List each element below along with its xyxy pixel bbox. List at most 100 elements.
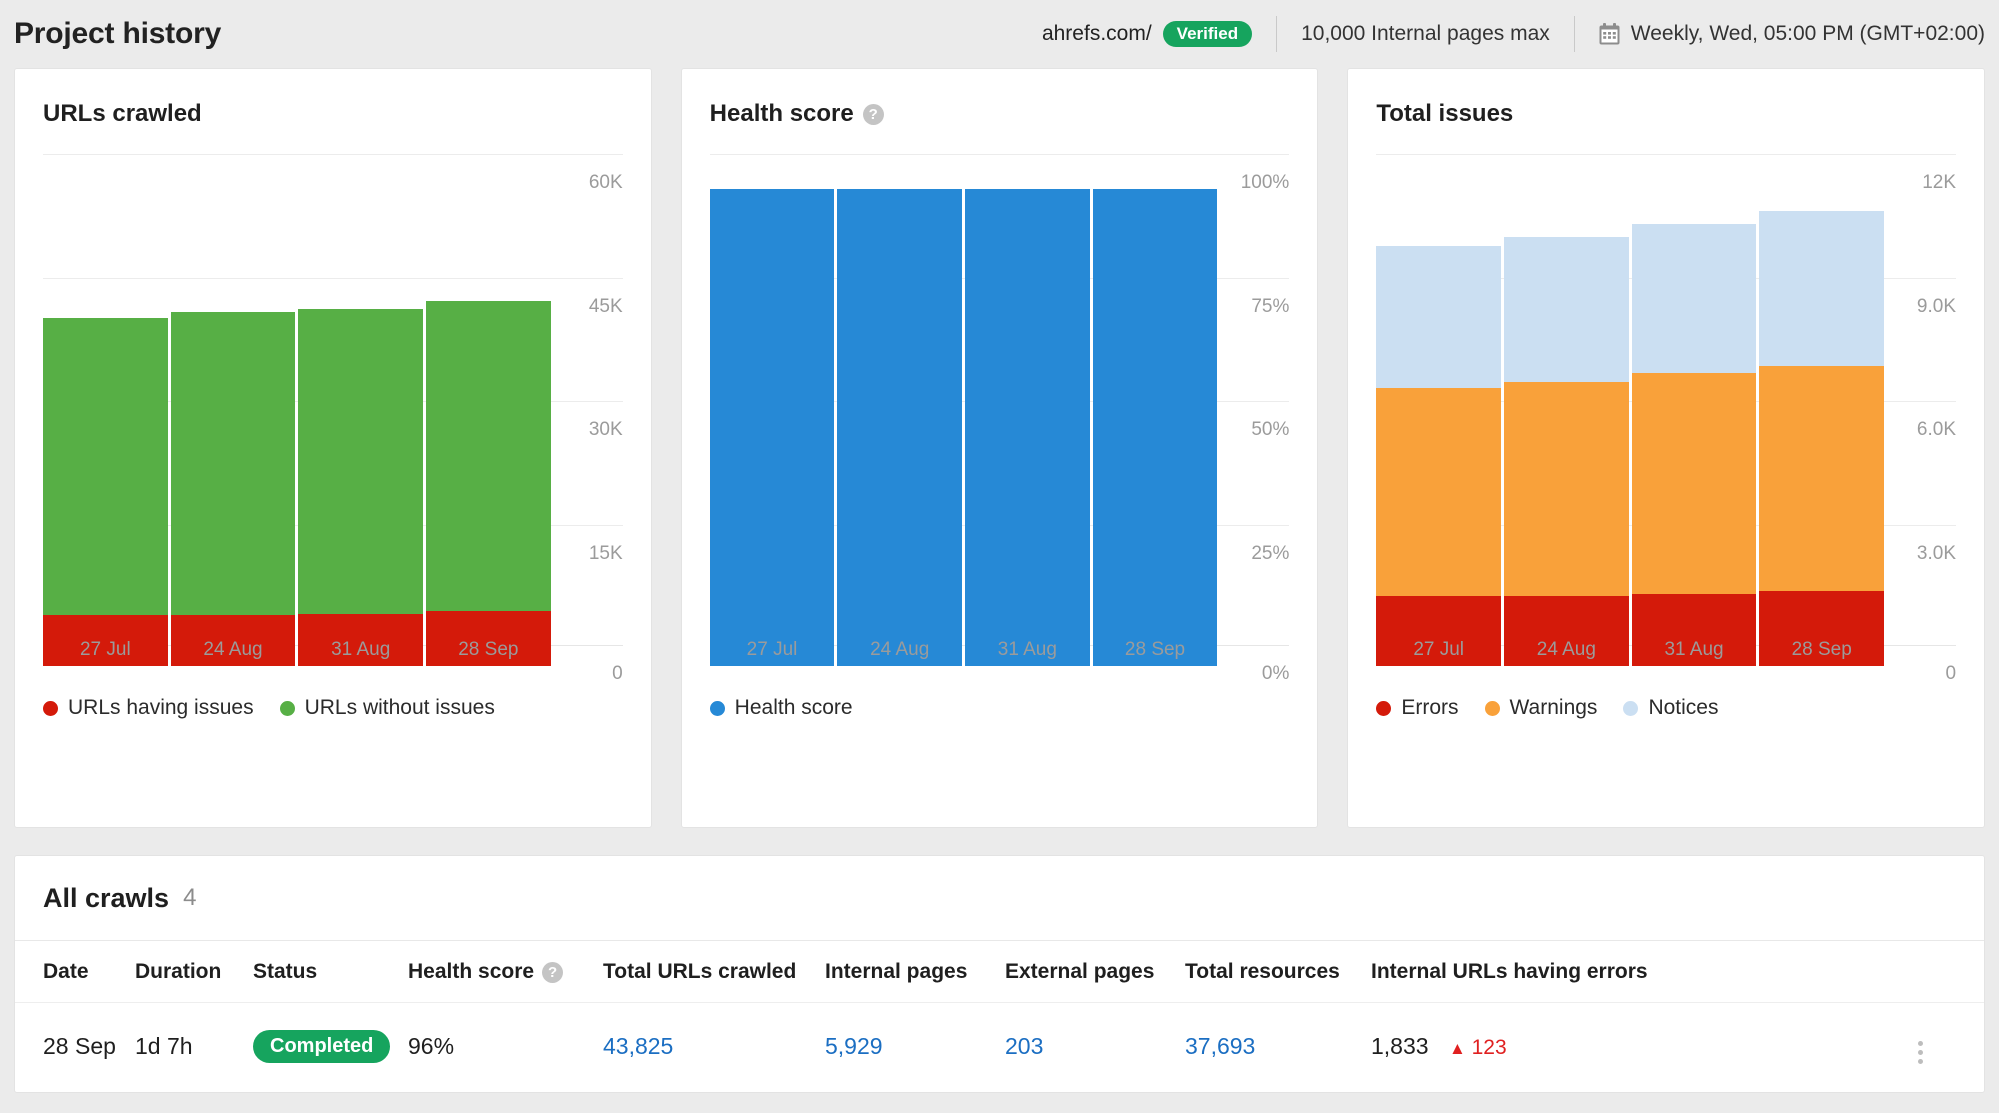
column-label: Health score (408, 960, 535, 983)
bar-column[interactable] (1504, 154, 1629, 666)
bar-column[interactable] (1759, 154, 1885, 666)
link-total-resources[interactable]: 37,693 (1185, 1033, 1255, 1059)
cell-total-urls-crawled: 43,825 (603, 1002, 825, 1092)
chart-legend: Health score (709, 696, 853, 720)
errors-delta: ▲ 123 (1449, 1036, 1507, 1059)
column-label: Total URLs crawled (603, 960, 797, 983)
project-domain[interactable]: ahrefs.com/ (1042, 22, 1152, 46)
legend-item[interactable]: Errors (1376, 696, 1459, 720)
y-axis-tick: 15K (588, 543, 623, 564)
bar-segment-warnings[interactable] (1504, 382, 1629, 596)
legend-label: URLs having issues (68, 696, 254, 719)
legend-item[interactable]: URLs having issues (43, 696, 254, 720)
legend-dot-icon (709, 700, 725, 716)
calendar-icon (1599, 23, 1620, 45)
x-axis-tick: 31 Aug (997, 639, 1057, 660)
header-divider-1 (1276, 16, 1278, 52)
table-row[interactable]: 28 Sep 1d 7h Completed 96% 43,825 5,929 … (15, 1002, 1984, 1092)
bar-group (43, 154, 551, 666)
help-icon[interactable]: ? (862, 103, 884, 125)
bar-group (1376, 154, 1885, 666)
column-label: Status (253, 960, 318, 983)
column-header-internal-pages[interactable]: Internal pages (825, 940, 1005, 1003)
bar-segment-notices[interactable] (1376, 246, 1502, 388)
bar-segment-health[interactable] (709, 189, 835, 666)
y-axis-tick: 3.0K (1916, 543, 1957, 564)
charts-row: URLs crawled 60K 45K 30K 15K 0 27 Jul 24… (0, 68, 1999, 828)
legend-item[interactable]: Health score (709, 696, 853, 720)
link-internal-pages[interactable]: 5,929 (825, 1033, 883, 1059)
bar-column[interactable] (298, 154, 424, 666)
bar-column[interactable] (1376, 154, 1502, 666)
chart-health-score: 100% 75% 50% 25% 0% (709, 154, 1290, 684)
column-header-date[interactable]: Date (15, 940, 135, 1003)
column-header-internal-urls-having-errors[interactable]: Internal URLs having errors (1371, 940, 1914, 1003)
column-header-health-score[interactable]: Health score ? (408, 940, 603, 1003)
bar-column[interactable] (1092, 154, 1218, 666)
bar-segment-notices[interactable] (1759, 211, 1885, 366)
y-axis-tick: 0 (612, 663, 623, 684)
bar-segment-health[interactable] (1092, 189, 1218, 666)
bar-column[interactable] (43, 154, 168, 666)
all-crawls-title: All crawls (43, 882, 170, 913)
bar-segment-clean[interactable] (298, 309, 424, 614)
page-title: Project history (14, 17, 222, 50)
legend-item[interactable]: Notices (1623, 696, 1718, 720)
bar-segment-warnings[interactable] (1759, 366, 1885, 591)
kebab-menu-icon[interactable] (1914, 1037, 1927, 1068)
bar-segment-notices[interactable] (1504, 237, 1629, 382)
column-header-total-urls-crawled[interactable]: Total URLs crawled (603, 940, 825, 1003)
help-icon[interactable]: ? (542, 961, 564, 983)
link-external-pages[interactable]: 203 (1005, 1033, 1043, 1059)
cell-internal-pages: 5,929 (825, 1002, 1005, 1092)
legend-label: Health score (734, 696, 853, 719)
y-axis-tick: 12K (1922, 172, 1957, 193)
bar-column[interactable] (965, 154, 1090, 666)
bar-segment-clean[interactable] (170, 312, 296, 615)
column-header-duration[interactable]: Duration (135, 940, 253, 1003)
column-label: Date (43, 960, 89, 983)
legend-item[interactable]: URLs without issues (279, 696, 495, 720)
bar-segment-clean[interactable] (426, 301, 551, 611)
x-axis-tick: 28 Sep (458, 639, 519, 660)
crawls-table-body: 28 Sep 1d 7h Completed 96% 43,825 5,929 … (15, 1002, 1984, 1092)
card-total-issues: Total issues 12K 9.0K 6.0K 3.0K 0 27 Jul… (1347, 68, 1986, 828)
bar-segment-health[interactable] (965, 189, 1090, 666)
y-axis-tick: 100% (1240, 172, 1290, 193)
bar-segment-clean[interactable] (43, 318, 168, 615)
bar-segment-health[interactable] (837, 189, 963, 666)
bar-column[interactable] (170, 154, 296, 666)
column-label: Internal pages (825, 960, 968, 983)
cell-health-score: 96% (408, 1002, 603, 1092)
bar-segment-warnings[interactable] (1631, 373, 1757, 594)
bar-column[interactable] (1631, 154, 1757, 666)
legend-label: Notices (1648, 696, 1719, 719)
legend-dot-icon (279, 700, 295, 716)
link-total-urls-crawled[interactable]: 43,825 (603, 1033, 673, 1059)
x-axis-tick: 24 Aug (1536, 639, 1596, 660)
column-header-status[interactable]: Status (253, 940, 408, 1003)
card-title-text: Health score (709, 100, 854, 127)
legend-item[interactable]: Warnings (1484, 696, 1597, 720)
crawl-schedule-label[interactable]: Weekly, Wed, 05:00 PM (GMT+02:00) (1631, 22, 1985, 46)
bar-column[interactable] (709, 154, 835, 666)
bar-segment-notices[interactable] (1631, 224, 1757, 373)
legend-dot-icon (1484, 700, 1500, 716)
legend-label: Errors (1401, 696, 1459, 719)
column-header-total-resources[interactable]: Total resources (1185, 940, 1371, 1003)
y-axis-tick: 6.0K (1916, 419, 1957, 440)
legend-dot-icon (1376, 700, 1392, 716)
legend-dot-icon (43, 700, 58, 716)
bar-segment-warnings[interactable] (1376, 388, 1502, 596)
y-axis-tick: 0 (1945, 663, 1957, 684)
column-header-external-pages[interactable]: External pages (1005, 940, 1185, 1003)
crawls-table-head: Date Duration Status Health score ? Tota… (15, 940, 1984, 1003)
header-divider-2 (1573, 16, 1575, 52)
column-label: Total resources (1185, 960, 1340, 983)
y-axis-tick: 45K (588, 296, 623, 317)
bar-column[interactable] (837, 154, 963, 666)
all-crawls-count: 4 (183, 884, 197, 911)
bar-column[interactable] (426, 154, 551, 666)
y-axis-tick: 9.0K (1916, 296, 1957, 317)
column-label: Internal URLs having errors (1371, 960, 1648, 983)
